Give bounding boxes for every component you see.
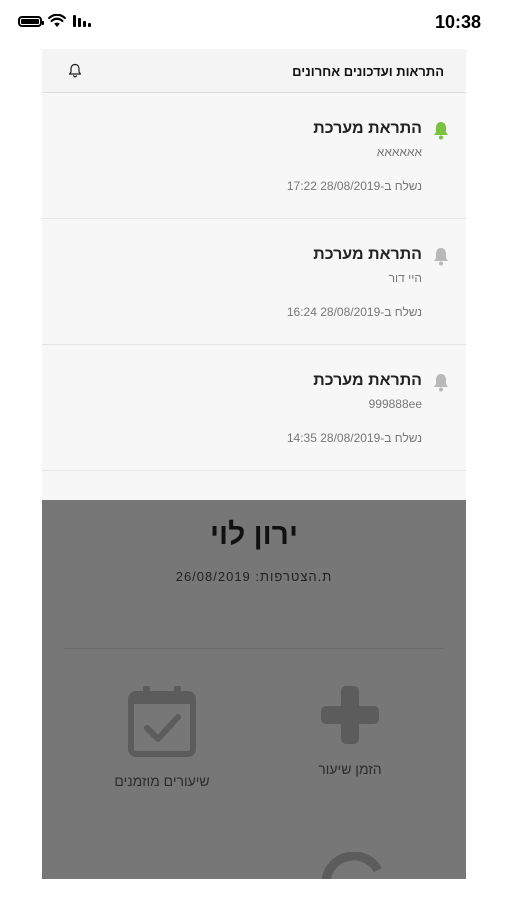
calendar-check-icon [128, 686, 196, 757]
notification-title: התראת מערכת [313, 120, 422, 137]
bell-icon[interactable] [68, 63, 82, 83]
book-lesson-label: הזמן שיעור [318, 761, 382, 777]
bell-icon [432, 121, 450, 146]
notification-item[interactable]: התראת מערכת 999888ee נשלח ב-28/08/2019 1… [42, 345, 466, 471]
notification-body: אאאאאא [376, 145, 422, 159]
battery-icon [18, 15, 44, 27]
profile-overlay[interactable]: ירון לוי ת.הצטרפות: 26/08/2019 הזמן שיעו… [42, 500, 466, 879]
scheduled-lessons-label: שיעורים מוזמנים [114, 773, 210, 789]
notification-item[interactable]: התראת מערכת אאאאאא נשלח ב-28/08/2019 17:… [42, 93, 466, 219]
notification-title: התראת מערכת [313, 246, 422, 263]
notification-title: התראת מערכת [313, 372, 422, 389]
divider [64, 648, 444, 649]
join-date: ת.הצטרפות: 26/08/2019 [175, 569, 333, 584]
plus-icon [321, 686, 379, 744]
notification-body: 999888ee [368, 397, 422, 411]
status-bar: 10:38 [0, 0, 507, 46]
profile-name: ירון לוי [209, 518, 299, 551]
notifications-header: התראות ועדכונים אחרונים [42, 49, 466, 93]
notification-body: היי דור [388, 271, 422, 285]
notification-timestamp: נשלח ב-28/08/2019 16:24 [286, 305, 422, 319]
scheduled-lessons-button[interactable]: שיעורים מוזמנים [82, 684, 242, 789]
notifications-title: התראות ועדכונים אחרונים [292, 64, 444, 79]
status-icons [18, 14, 92, 28]
bell-icon [432, 373, 450, 398]
notification-timestamp: נשלח ב-28/08/2019 14:35 [286, 431, 422, 445]
status-time: 10:38 [434, 12, 481, 32]
signal-icon [73, 15, 91, 27]
refresh-icon [321, 852, 382, 879]
bell-icon [432, 247, 450, 272]
notification-timestamp: נשלח ב-28/08/2019 17:22 [286, 179, 422, 193]
wifi-icon [48, 14, 66, 27]
book-lesson-button[interactable]: הזמן שיעור [270, 684, 430, 777]
notification-item[interactable]: התראת מערכת היי דור נשלח ב-28/08/2019 16… [42, 219, 466, 345]
